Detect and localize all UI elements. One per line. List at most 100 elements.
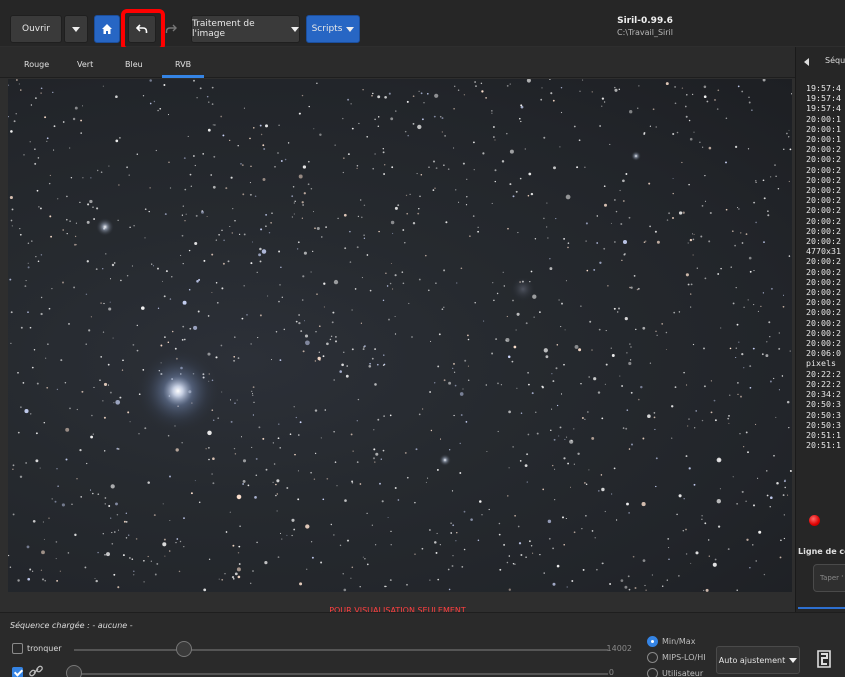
star bbox=[162, 280, 163, 282]
star bbox=[642, 559, 646, 562]
home-icon bbox=[102, 24, 112, 34]
star bbox=[274, 165, 276, 168]
star bbox=[313, 478, 316, 480]
star bbox=[553, 166, 556, 170]
star bbox=[601, 417, 604, 420]
star bbox=[363, 234, 365, 236]
star bbox=[610, 493, 613, 495]
tab-bleu[interactable]: Bleu bbox=[125, 60, 143, 69]
star bbox=[281, 538, 283, 540]
siril-window: Ouvrir Traitement de l'image Scripts Sir… bbox=[0, 0, 845, 677]
star bbox=[736, 323, 739, 326]
chevron-down-icon bbox=[291, 26, 299, 32]
link-checkbox[interactable] bbox=[12, 667, 23, 677]
home-button[interactable] bbox=[94, 15, 120, 43]
min-slider-track[interactable] bbox=[74, 673, 608, 675]
star bbox=[506, 315, 508, 318]
record-icon[interactable] bbox=[809, 515, 820, 526]
min-value[interactable]: 0 bbox=[574, 668, 614, 677]
max-value[interactable]: 14002 bbox=[592, 644, 632, 653]
radio-min-max[interactable] bbox=[647, 636, 658, 647]
tab-vert[interactable]: Vert bbox=[77, 60, 93, 69]
collapse-left-icon[interactable] bbox=[804, 58, 809, 66]
star bbox=[404, 242, 406, 244]
right-panel-header[interactable]: Séqu bbox=[796, 47, 845, 78]
star bbox=[293, 528, 296, 531]
open-button[interactable]: Ouvrir bbox=[10, 15, 62, 43]
star bbox=[581, 417, 584, 419]
star bbox=[508, 410, 511, 414]
image-processing-menu[interactable]: Traitement de l'image bbox=[191, 15, 300, 43]
star bbox=[262, 178, 266, 181]
star bbox=[624, 317, 628, 321]
star bbox=[740, 395, 742, 398]
star bbox=[685, 528, 687, 531]
star bbox=[563, 457, 566, 460]
star bbox=[625, 173, 628, 175]
histogram-tool-button[interactable] bbox=[808, 643, 840, 675]
star bbox=[637, 107, 639, 109]
star bbox=[667, 537, 670, 540]
star bbox=[419, 195, 421, 198]
open-menu-button[interactable] bbox=[64, 15, 88, 43]
tab-rvb[interactable]: RVB bbox=[175, 60, 191, 69]
star bbox=[128, 174, 130, 176]
star bbox=[710, 380, 713, 382]
image-viewer[interactable] bbox=[8, 79, 792, 592]
star bbox=[703, 589, 705, 592]
star bbox=[619, 375, 621, 377]
star bbox=[456, 282, 458, 284]
star bbox=[720, 327, 722, 329]
star bbox=[234, 336, 236, 338]
max-slider-knob[interactable] bbox=[176, 641, 192, 657]
star bbox=[208, 558, 211, 561]
star bbox=[778, 332, 780, 334]
star bbox=[776, 481, 779, 485]
crop-checkbox[interactable] bbox=[12, 643, 23, 654]
star bbox=[356, 167, 358, 170]
star bbox=[212, 457, 215, 461]
star bbox=[182, 325, 185, 328]
log-line: 4770x31 bbox=[806, 246, 841, 257]
radio-user[interactable] bbox=[647, 668, 658, 677]
star bbox=[436, 532, 438, 534]
log-line: 20:00:2 bbox=[806, 154, 841, 165]
star bbox=[175, 542, 177, 544]
star bbox=[40, 312, 43, 316]
scripts-menu[interactable]: Scripts bbox=[306, 15, 360, 43]
star bbox=[357, 215, 360, 218]
star bbox=[281, 296, 283, 298]
star bbox=[48, 182, 51, 185]
star bbox=[508, 588, 511, 591]
star bbox=[586, 269, 589, 272]
star bbox=[249, 182, 251, 184]
star bbox=[194, 480, 196, 482]
min-slider-knob[interactable] bbox=[66, 665, 82, 677]
star bbox=[113, 573, 116, 576]
star bbox=[671, 405, 674, 408]
star bbox=[427, 477, 429, 479]
star bbox=[565, 194, 571, 200]
star bbox=[382, 151, 385, 154]
star bbox=[175, 448, 179, 452]
star bbox=[717, 89, 720, 92]
star bbox=[297, 498, 300, 501]
star bbox=[392, 288, 394, 290]
star bbox=[291, 534, 293, 537]
max-slider-track[interactable] bbox=[74, 649, 608, 651]
star bbox=[375, 452, 379, 456]
tab-rouge[interactable]: Rouge bbox=[24, 60, 49, 69]
star bbox=[412, 95, 415, 98]
star bbox=[687, 283, 690, 286]
star bbox=[738, 341, 740, 343]
star bbox=[433, 115, 436, 118]
star bbox=[703, 95, 707, 99]
star bbox=[372, 167, 374, 170]
star bbox=[265, 124, 268, 128]
command-input[interactable]: Taper ' bbox=[813, 564, 845, 592]
radio-mips-lo-hi[interactable] bbox=[647, 652, 658, 663]
star bbox=[789, 470, 792, 472]
star bbox=[284, 158, 287, 161]
auto-adjust-dropdown[interactable]: Auto ajustement bbox=[716, 646, 800, 674]
star bbox=[394, 315, 396, 318]
